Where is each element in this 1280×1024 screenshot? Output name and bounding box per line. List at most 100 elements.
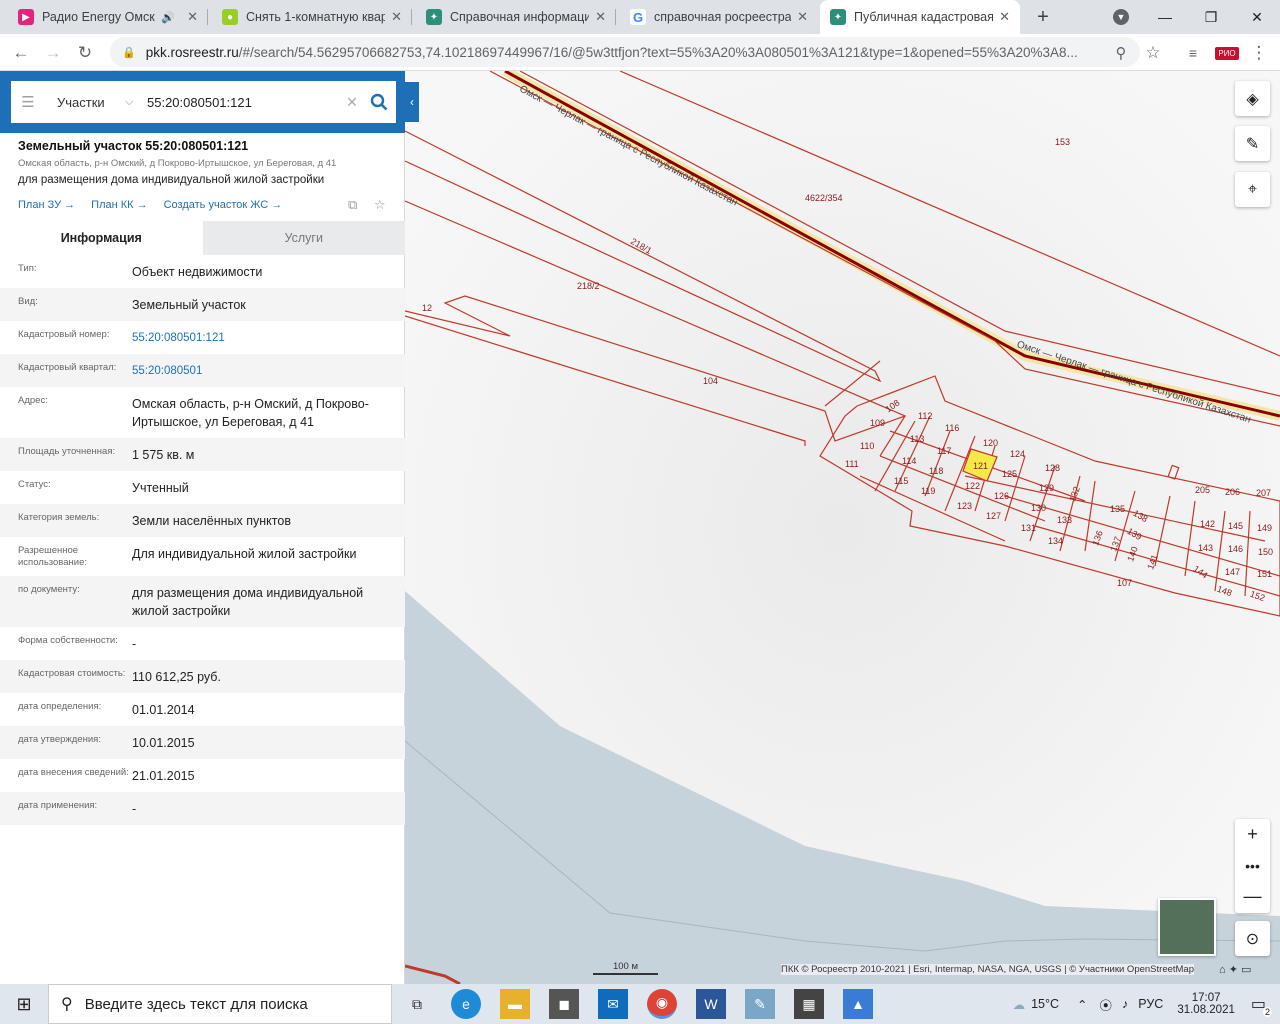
taskbar-search[interactable]: ⚲ Введите здесь текст для поиска bbox=[48, 984, 392, 1024]
browser-tab-active[interactable]: ✦ Публичная кадастровая ✕ bbox=[820, 0, 1020, 34]
attribute-row: Статус: Учтенный bbox=[0, 471, 405, 504]
google-icon: G bbox=[630, 9, 646, 25]
parcel-label: 135 bbox=[1110, 504, 1126, 514]
close-tab-icon[interactable]: ✕ bbox=[595, 9, 606, 25]
reading-list-icon[interactable]: ≡ bbox=[1180, 40, 1206, 66]
attribute-row: Кадастровый номер: 55:20:080501:121 bbox=[0, 321, 405, 354]
browser-toolbar: ← → ↻ 🔒 pkk.rosreestr.ru /#/search/54.56… bbox=[0, 34, 1280, 71]
chevron-up-icon[interactable]: ⌃ bbox=[1077, 997, 1087, 1012]
attribute-row: дата внесения сведений: 21.01.2015 bbox=[0, 759, 405, 792]
compass-button[interactable]: ⊙ bbox=[1235, 921, 1270, 956]
address-bar[interactable]: 🔒 pkk.rosreestr.ru /#/search/54.56295706… bbox=[110, 37, 1140, 67]
browser-tab[interactable]: ● Снять 1-комнатную квар ✕ bbox=[212, 0, 412, 34]
attribute-value: Земли населённых пунктов bbox=[132, 514, 291, 528]
weather-icon[interactable]: ☁ bbox=[1013, 997, 1026, 1012]
menu-icon[interactable]: ☰ bbox=[11, 93, 45, 111]
map-attribution: ПКК © Росреестр 2010-2021 | Esri, Interm… bbox=[781, 964, 1194, 975]
plan-zu-link[interactable]: План ЗУ → bbox=[18, 199, 75, 211]
cadastral-map[interactable]: 153 4622/354 218/1 218/2 12 104 108 109 110 111 11… bbox=[405, 71, 1280, 984]
attribute-value: 21.01.2015 bbox=[132, 769, 195, 783]
zoom-out-button[interactable]: — bbox=[1235, 881, 1270, 912]
fullscreen-icon[interactable]: ▭ bbox=[1241, 964, 1251, 976]
parcel-label: 118 bbox=[929, 466, 944, 476]
zoom-icon[interactable]: ⚲ bbox=[1108, 40, 1134, 66]
browser-tab[interactable]: ✦ Справочная информаци ✕ bbox=[416, 0, 616, 34]
calculator-icon[interactable]: ▦ bbox=[794, 989, 824, 1019]
plan-kk-link[interactable]: План КК → bbox=[91, 199, 147, 211]
parcel-label: 12 bbox=[422, 303, 433, 313]
panel-tabs: Информация Услуги bbox=[0, 221, 405, 255]
attribute-value: 110 612,25 руб. bbox=[132, 670, 221, 684]
close-tab-icon[interactable]: ✕ bbox=[797, 9, 808, 25]
attribute-label: Вид: bbox=[18, 296, 38, 307]
menu-kebab-icon[interactable]: ⋮ bbox=[1246, 40, 1272, 66]
more-button[interactable]: ••• bbox=[1235, 850, 1270, 881]
word-icon[interactable]: W bbox=[696, 989, 726, 1019]
attribute-row: Адрес: Омская область, р-н Омский, д Покр… bbox=[0, 387, 405, 438]
attribute-label: Кадастровый номер: bbox=[18, 329, 110, 340]
search-type-select[interactable]: Участки bbox=[57, 95, 125, 110]
windows-start-icon[interactable]: ⊞ bbox=[9, 989, 39, 1019]
back-arrow-icon[interactable]: ← bbox=[8, 40, 34, 66]
tab-search-icon[interactable]: ▼ bbox=[1098, 0, 1144, 34]
search-button[interactable] bbox=[362, 81, 396, 123]
attribute-label: Статус: bbox=[18, 479, 51, 490]
attribution-icons: ⌂ ✦ ▭ bbox=[1219, 963, 1251, 976]
attribute-value: для размещения дома индивидуальной жилой… bbox=[132, 586, 364, 618]
volume-icon[interactable]: ♪ bbox=[1122, 997, 1128, 1011]
browser-tab[interactable]: ▶ Радио Energy Омск 8 🔊 ✕ bbox=[8, 0, 208, 34]
clock[interactable]: 17:07 31.08.2021 bbox=[1177, 992, 1235, 1016]
attribute-link[interactable]: 55:20:080501 bbox=[132, 362, 388, 380]
parcel-label: 112 bbox=[918, 411, 933, 421]
attribute-value: 1 575 кв. м bbox=[132, 448, 195, 462]
edge-icon[interactable]: e bbox=[451, 989, 481, 1019]
restore-button[interactable]: ❐ bbox=[1188, 0, 1234, 34]
extension-icon[interactable]: РИО bbox=[1214, 40, 1240, 66]
measure-button[interactable]: ✎ bbox=[1235, 126, 1270, 161]
paint-icon[interactable]: ✎ bbox=[745, 989, 775, 1019]
layers-button[interactable]: ◈ bbox=[1235, 81, 1270, 116]
settings-icon[interactable]: ✦ bbox=[1229, 964, 1238, 976]
layers-icon: ◈ bbox=[1246, 90, 1259, 108]
speaker-icon[interactable]: 🔊 bbox=[161, 11, 175, 24]
minimize-button[interactable]: — bbox=[1142, 0, 1188, 34]
attribute-label: Кадастровый квартал: bbox=[18, 362, 117, 373]
chrome-icon[interactable]: ◉ bbox=[647, 989, 677, 1019]
browser-tab[interactable]: G справочная росреестра с ✕ bbox=[620, 0, 818, 34]
parcel-label: 147 bbox=[1225, 567, 1241, 577]
reload-icon[interactable]: ↻ bbox=[72, 40, 98, 66]
photos-icon[interactable]: ▲ bbox=[843, 989, 873, 1019]
clear-icon[interactable]: ✕ bbox=[342, 94, 362, 111]
home-icon[interactable]: ⌂ bbox=[1219, 964, 1226, 976]
bookmark-star-icon[interactable]: ☆ bbox=[1140, 40, 1166, 66]
create-parcel-link[interactable]: Создать участок ЖС → bbox=[164, 199, 283, 211]
basemap-switcher[interactable] bbox=[1158, 898, 1216, 956]
close-tab-icon[interactable]: ✕ bbox=[999, 9, 1010, 25]
parcel-label: 134 bbox=[1048, 536, 1064, 546]
attribute-link[interactable]: 55:20:080501:121 bbox=[132, 329, 388, 347]
network-icon[interactable]: ⦿ bbox=[1100, 995, 1113, 1014]
store-icon[interactable]: ◼ bbox=[549, 989, 579, 1019]
forward-arrow-icon[interactable]: → bbox=[40, 40, 66, 66]
search-input[interactable]: 55:20:080501:121 bbox=[147, 95, 342, 110]
attribute-row: Категория земель: Земли населённых пункто… bbox=[0, 504, 405, 537]
tab-info[interactable]: Информация bbox=[0, 221, 203, 255]
map-canvas[interactable] bbox=[405, 71, 1280, 984]
tab-services[interactable]: Услуги bbox=[202, 221, 405, 255]
file-explorer-icon[interactable]: ▬ bbox=[500, 989, 530, 1019]
close-tab-icon[interactable]: ✕ bbox=[187, 9, 198, 25]
zoom-in-button[interactable]: + bbox=[1235, 819, 1270, 850]
locate-on-map-icon[interactable]: ⧉ bbox=[348, 197, 357, 213]
new-tab-button[interactable]: + bbox=[1026, 0, 1060, 34]
task-view-icon[interactable]: ⧉ bbox=[402, 989, 432, 1019]
close-tab-icon[interactable]: ✕ bbox=[391, 9, 402, 25]
parcel-label: 115 bbox=[894, 476, 909, 486]
collapse-panel-button[interactable]: ‹ bbox=[405, 82, 419, 122]
chevron-down-icon[interactable]: ⌵ bbox=[125, 96, 143, 109]
mail-icon[interactable]: ✉ bbox=[598, 989, 628, 1019]
favorite-star-icon[interactable]: ☆ bbox=[374, 197, 386, 213]
close-window-button[interactable]: ✕ bbox=[1234, 0, 1280, 34]
attribute-value: Омская область, р-н Омский, д Покрово-Ир… bbox=[132, 397, 369, 429]
notification-icon[interactable]: ▭ 2 bbox=[1251, 994, 1272, 1017]
locate-button[interactable]: ⌖ bbox=[1235, 172, 1270, 207]
